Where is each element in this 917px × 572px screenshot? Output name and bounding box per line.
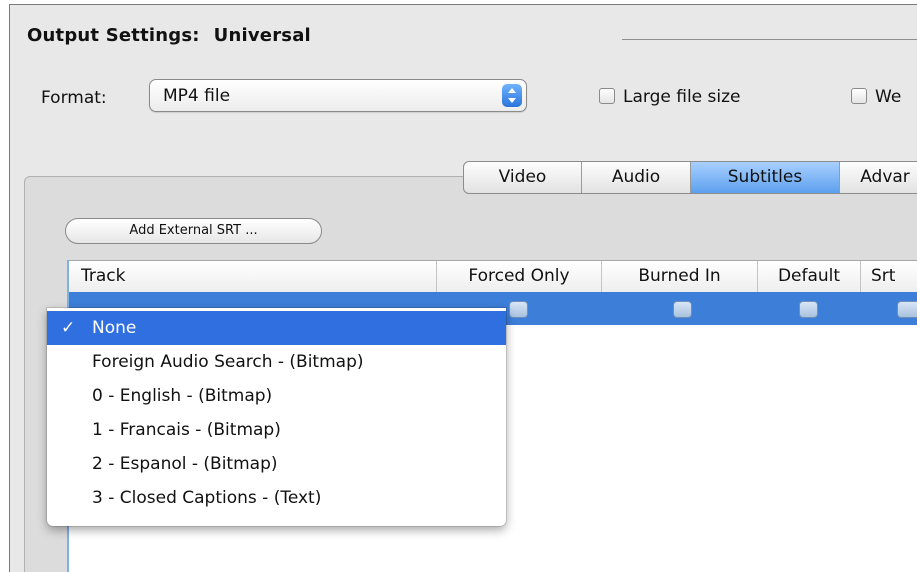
checkbox-icon bbox=[599, 88, 615, 104]
output-settings-label: Output Settings: bbox=[27, 25, 200, 46]
checkmark-icon: ✓ bbox=[61, 318, 76, 338]
menu-item-espanol[interactable]: 2 - Espanol - (Bitmap) bbox=[47, 447, 506, 481]
tab-video[interactable]: Video bbox=[464, 162, 582, 193]
tab-advanced[interactable]: Advar bbox=[840, 162, 917, 193]
title-divider bbox=[622, 39, 917, 40]
large-file-size-label: Large file size bbox=[623, 87, 741, 107]
default-checkbox[interactable] bbox=[799, 301, 818, 318]
web-optimized-checkbox[interactable]: We bbox=[851, 87, 901, 107]
forced-only-checkbox[interactable] bbox=[509, 301, 528, 318]
column-srt[interactable]: Srt bbox=[860, 261, 917, 292]
menu-item-closed-captions[interactable]: 3 - Closed Captions - (Text) bbox=[47, 481, 506, 515]
format-select[interactable]: MP4 file bbox=[149, 79, 527, 112]
column-track[interactable]: Track bbox=[69, 261, 436, 292]
section-title: Output Settings: Universal bbox=[27, 25, 311, 46]
tab-subtitles[interactable]: Subtitles bbox=[691, 162, 840, 193]
preset-name: Universal bbox=[213, 25, 311, 46]
settings-tabs: Video Audio Subtitles Advar bbox=[463, 161, 917, 194]
table-header: Track Forced Only Burned In Default Srt bbox=[69, 260, 917, 293]
menu-item-none[interactable]: ✓ None bbox=[47, 311, 506, 345]
track-dropdown-menu: ✓ None Foreign Audio Search - (Bitmap) 0… bbox=[47, 308, 506, 526]
column-default[interactable]: Default bbox=[757, 261, 860, 292]
large-file-size-checkbox[interactable]: Large file size bbox=[599, 87, 741, 107]
srt-checkbox[interactable] bbox=[897, 301, 917, 318]
burned-in-checkbox[interactable] bbox=[673, 301, 692, 318]
web-optimized-label: We bbox=[875, 87, 902, 107]
tab-audio[interactable]: Audio bbox=[582, 162, 691, 193]
menu-item-foreign-audio-search[interactable]: Foreign Audio Search - (Bitmap) bbox=[47, 345, 506, 379]
menu-item-label: None bbox=[92, 318, 137, 338]
column-forced-only[interactable]: Forced Only bbox=[436, 261, 601, 292]
add-external-srt-button[interactable]: Add External SRT ... bbox=[65, 218, 322, 244]
select-arrows-icon bbox=[502, 84, 522, 107]
checkbox-icon bbox=[851, 88, 867, 104]
menu-item-english[interactable]: 0 - English - (Bitmap) bbox=[47, 379, 506, 413]
format-select-value: MP4 file bbox=[163, 86, 231, 106]
format-label: Format: bbox=[41, 88, 107, 108]
column-burned-in[interactable]: Burned In bbox=[601, 261, 757, 292]
menu-item-francais[interactable]: 1 - Francais - (Bitmap) bbox=[47, 413, 506, 447]
